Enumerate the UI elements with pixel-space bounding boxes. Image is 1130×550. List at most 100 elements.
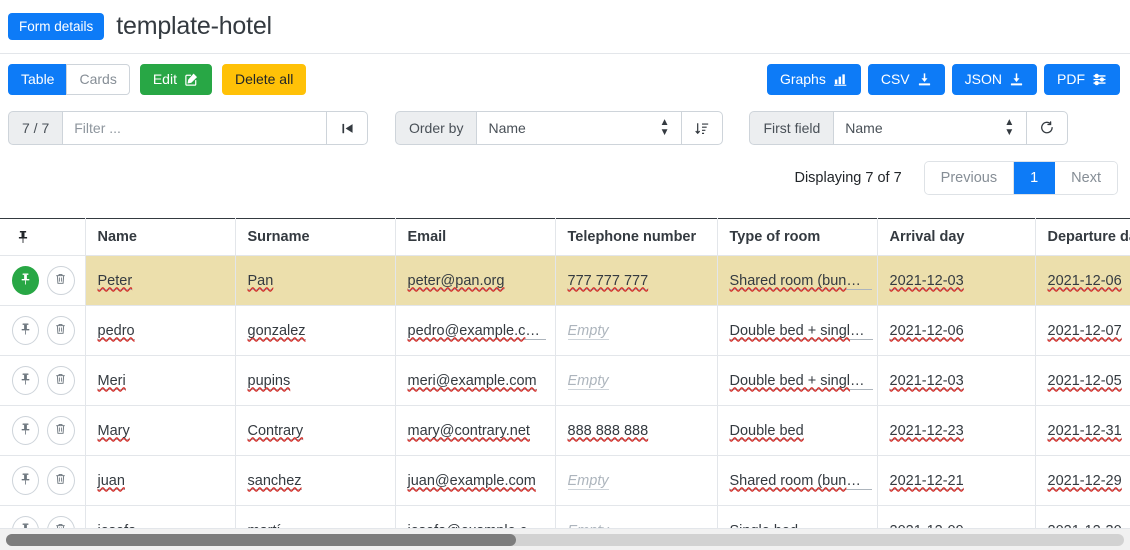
csv-download-button[interactable]: CSV [867, 64, 945, 96]
cell-value: 888 888 888 [567, 422, 649, 440]
view-table-button[interactable]: Table [8, 64, 68, 96]
table-row[interactable]: Peter Pan peter@pan.org 777 777 777 Shared r… [0, 255, 1130, 306]
column-header-arrival[interactable]: Arrival day [877, 218, 1036, 256]
cell-room[interactable]: Double bed + single… [717, 355, 878, 406]
cell-arrival[interactable]: 2021-12-06 [877, 305, 1036, 356]
column-header-name[interactable]: Name [85, 218, 236, 256]
pdf-button[interactable]: PDF [1044, 64, 1120, 96]
table-row[interactable]: Meri pupins meri@example.com Empty Double be… [0, 355, 1130, 406]
column-header-surname[interactable]: Surname [235, 218, 396, 256]
cell-name[interactable]: Mary [85, 405, 236, 456]
pin-row-button[interactable] [12, 366, 40, 395]
pagination-page-1[interactable]: 1 [1014, 162, 1056, 195]
table-row[interactable]: pedro gonzalez pedro@example.com Empty Doubl… [0, 305, 1130, 356]
delete-row-button[interactable] [47, 316, 75, 345]
cell-surname[interactable]: gonzalez [235, 305, 396, 356]
graphs-button[interactable]: Graphs [766, 64, 861, 96]
cell-name[interactable]: juan [85, 455, 236, 506]
cell-departure[interactable]: 2021-12-30 [1035, 505, 1130, 528]
filter-group: 7 / 7 [8, 111, 368, 146]
pagination-previous[interactable]: Previous [924, 162, 1015, 195]
pin-icon [19, 272, 32, 289]
cell-departure[interactable]: 2021-12-07 [1035, 305, 1130, 356]
pin-row-button[interactable] [12, 416, 40, 445]
sort-descending-icon [694, 121, 710, 136]
cell-telephone[interactable]: Empty [555, 355, 718, 406]
cell-departure[interactable]: 2021-12-31 [1035, 405, 1130, 456]
cell-telephone[interactable]: 777 777 777 [555, 255, 718, 306]
table-scroll-container[interactable]: Name Surname Email Telephone number Type… [0, 218, 1130, 528]
app-root: Form details template-hotel Table Cards … [0, 0, 1130, 550]
delete-all-button[interactable]: Delete all [221, 64, 307, 96]
pin-row-button[interactable] [12, 516, 40, 528]
cell-email[interactable]: mary@contrary.net [395, 405, 556, 456]
cell-arrival[interactable]: 2021-12-23 [877, 405, 1036, 456]
cell-value: Pan [247, 272, 274, 290]
table-row[interactable]: Mary Contrary mary@contrary.net 888 888 888… [0, 405, 1130, 456]
cell-telephone[interactable]: Empty [555, 305, 718, 356]
first-field-select[interactable]: Name [833, 111, 1027, 146]
cell-value: Double bed + single… [729, 322, 873, 340]
column-header-room[interactable]: Type of room [717, 218, 878, 256]
cell-value: 2021-12-29 [1047, 472, 1122, 490]
delete-row-button[interactable] [47, 266, 75, 295]
filter-input[interactable] [62, 111, 326, 146]
cell-arrival[interactable]: 2021-12-03 [877, 255, 1036, 306]
table-row[interactable]: josefamartíjosefa@example.comEmptySingle… [0, 505, 1130, 528]
cell-name[interactable]: josefa [85, 505, 236, 528]
table-body: Peter Pan peter@pan.org 777 777 777 Shared r… [0, 255, 1130, 528]
cell-surname[interactable]: sanchez [235, 455, 396, 506]
cell-telephone[interactable]: 888 888 888 [555, 405, 718, 456]
cell-value: 2021-12-23 [889, 422, 964, 440]
delete-row-button[interactable] [47, 416, 75, 445]
pagination-next[interactable]: Next [1055, 162, 1117, 195]
table-row[interactable]: juan sanchez juan@example.com Empty Shared r… [0, 455, 1130, 506]
cell-telephone[interactable]: Empty [555, 455, 718, 506]
cell-departure[interactable]: 2021-12-29 [1035, 455, 1130, 506]
column-header-email[interactable]: Email [395, 218, 556, 256]
cell-arrival[interactable]: 2021-12-21 [877, 455, 1036, 506]
cell-value: Shared room (bunk … [729, 272, 873, 290]
cell-email[interactable]: pedro@example.com [395, 305, 556, 356]
cell-email[interactable]: meri@example.com [395, 355, 556, 406]
cell-room[interactable]: Double bed [717, 405, 878, 456]
column-header-telephone[interactable]: Telephone number [555, 218, 718, 256]
cell-arrival[interactable]: 2021-12-09 [877, 505, 1036, 528]
cell-email[interactable]: josefa@example.com [395, 505, 556, 528]
view-cards-button[interactable]: Cards [66, 64, 130, 96]
form-details-button[interactable]: Form details [8, 12, 105, 41]
pin-row-button[interactable] [12, 266, 40, 295]
cell-room[interactable]: Shared room (bunk … [717, 455, 878, 506]
json-download-button[interactable]: JSON [951, 64, 1037, 96]
horizontal-scrollbar[interactable] [0, 528, 1130, 550]
scrollbar-thumb[interactable] [6, 534, 516, 546]
cell-telephone[interactable]: Empty [555, 505, 718, 528]
column-header-departure[interactable]: Departure day [1035, 218, 1130, 256]
reset-button[interactable] [1026, 111, 1069, 146]
cell-arrival[interactable]: 2021-12-03 [877, 355, 1036, 406]
empty-value: Empty [567, 372, 609, 390]
cell-surname[interactable]: Pan [235, 255, 396, 306]
cell-room[interactable]: Shared room (bunk … [717, 255, 878, 306]
cell-name[interactable]: Meri [85, 355, 236, 406]
delete-row-button[interactable] [47, 516, 75, 528]
sort-direction-button[interactable] [681, 111, 724, 146]
order-by-select[interactable]: Name [476, 111, 682, 146]
cell-surname[interactable]: Contrary [235, 405, 396, 456]
cell-email[interactable]: peter@pan.org [395, 255, 556, 306]
cell-departure[interactable]: 2021-12-06 [1035, 255, 1130, 306]
cell-email[interactable]: juan@example.com [395, 455, 556, 506]
edit-button[interactable]: Edit [139, 64, 212, 96]
skip-to-start-button[interactable] [326, 111, 368, 146]
cell-room[interactable]: Double bed + single… [717, 305, 878, 356]
cell-surname[interactable]: martí [235, 505, 396, 528]
cell-surname[interactable]: pupins [235, 355, 396, 406]
pin-row-button[interactable] [12, 316, 40, 345]
cell-name[interactable]: Peter [85, 255, 236, 306]
cell-room[interactable]: Single bed [717, 505, 878, 528]
delete-row-button[interactable] [47, 366, 75, 395]
cell-departure[interactable]: 2021-12-05 [1035, 355, 1130, 406]
delete-row-button[interactable] [47, 466, 75, 495]
pin-row-button[interactable] [12, 466, 40, 495]
cell-name[interactable]: pedro [85, 305, 236, 356]
